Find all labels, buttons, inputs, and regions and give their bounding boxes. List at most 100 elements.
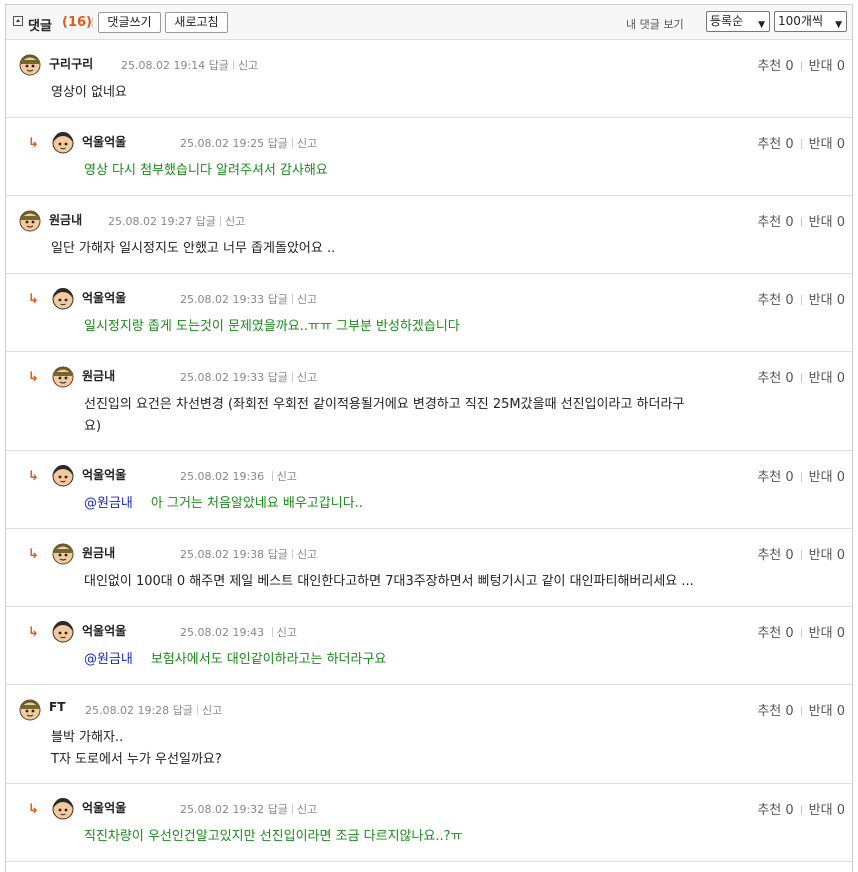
mention-link[interactable]: @원금내 [84, 652, 133, 667]
sort-select[interactable]: 등록순 ▼ [706, 11, 770, 32]
nickname[interactable]: 구리구리 [49, 55, 93, 72]
downvote-button[interactable]: 반대 0 [809, 626, 845, 641]
report-link[interactable]: 신고 [297, 803, 317, 816]
nickname[interactable]: 억울억울 [82, 289, 126, 306]
nickname[interactable]: FT [49, 700, 65, 714]
reply-link[interactable]: 답글 [209, 59, 229, 72]
collapse-icon[interactable] [13, 16, 23, 26]
upvote-button[interactable]: 추천 0 [757, 803, 793, 818]
upvote-button[interactable]: 추천 0 [757, 626, 793, 641]
upvote-label: 추천 [757, 548, 782, 563]
divider [800, 550, 802, 560]
upvote-count: 0 [785, 215, 794, 230]
vote-group: 추천 0 반대 0 [757, 544, 845, 563]
avatar [18, 208, 42, 232]
upvote-label: 추천 [757, 137, 782, 152]
chevron-down-icon: ▼ [758, 20, 765, 30]
comment-date: 25.08.02 19:14 [121, 59, 206, 72]
divider [800, 472, 802, 482]
downvote-button[interactable]: 반대 0 [809, 215, 845, 230]
nickname[interactable]: 억울억울 [82, 466, 126, 483]
comment-body-line2: T자 도로에서 누가 우선일까요? [51, 752, 222, 767]
report-link[interactable]: 신고 [297, 293, 317, 306]
reply-link[interactable]: 답글 [173, 704, 193, 717]
upvote-button[interactable]: 추천 0 [757, 59, 793, 74]
downvote-button[interactable]: 반대 0 [809, 704, 845, 719]
upvote-button[interactable]: 추천 0 [757, 548, 793, 563]
nickname[interactable]: 억울억울 [82, 622, 126, 639]
per-page-select[interactable]: 100개씩 ▼ [774, 11, 847, 32]
upvote-button[interactable]: 추천 0 [757, 137, 793, 152]
downvote-button[interactable]: 반대 0 [809, 803, 845, 818]
comment-header: 댓글 (16) 댓글쓰기 새로고침 내 댓글 보기 등록순 ▼ 100개씩 ▼ [6, 5, 852, 40]
comment-section: 댓글 (16) 댓글쓰기 새로고침 내 댓글 보기 등록순 ▼ 100개씩 ▼ 구리… [5, 4, 853, 872]
downvote-button[interactable]: 반대 0 [809, 293, 845, 308]
vote-group: 추천 0 반대 0 [757, 700, 845, 719]
write-comment-button[interactable]: 댓글쓰기 [98, 12, 161, 33]
nickname[interactable]: 원금내 [49, 211, 82, 228]
comment-body: 아 그거는 처음알았네요 배우고갑니다.. [150, 496, 363, 511]
upvote-button[interactable]: 추천 0 [757, 704, 793, 719]
avatar [18, 697, 42, 721]
mention-link[interactable]: @원금내 [84, 496, 133, 511]
vote-group: 추천 0 반대 0 [757, 622, 845, 641]
comment-body: 보험사에서도 대인같이하라고는 하더라구요 [150, 652, 387, 667]
downvote-button[interactable]: 반대 0 [809, 371, 845, 386]
downvote-button[interactable]: 반대 0 [809, 548, 845, 563]
comment-date: 25.08.02 19:43 [180, 626, 265, 639]
report-link[interactable]: 신고 [297, 371, 317, 384]
divider [92, 17, 93, 28]
divider [232, 60, 234, 70]
vote-group: 추천 0 반대 0 [757, 289, 845, 308]
upvote-count: 0 [785, 137, 794, 152]
reply-link[interactable]: 답글 [268, 137, 288, 150]
reply-comment: ↳ 원금내 25.08.02 19:33 답글 신고 추천 0 반대 0 선진입의 요건은 … [6, 352, 852, 451]
downvote-button[interactable]: 반대 0 [809, 59, 845, 74]
report-link[interactable]: 신고 [202, 704, 222, 717]
comment-count: (16) [62, 15, 92, 30]
divider [291, 294, 293, 304]
nickname[interactable]: 원금내 [82, 367, 115, 384]
nickname[interactable]: 억울억울 [82, 799, 126, 816]
report-link[interactable]: 신고 [277, 626, 297, 639]
nickname[interactable]: 억울억울 [82, 133, 126, 150]
nickname[interactable]: 원금내 [82, 544, 115, 561]
report-link[interactable]: 신고 [277, 470, 297, 483]
comment-date: 25.08.02 19:38 [180, 548, 265, 561]
comment-body: 선진입의 요건은 차선변경 (좌회전 우회전 같이적용될거에요 변경하고 직진 … [84, 397, 685, 412]
reply-link[interactable]: 답글 [196, 215, 216, 228]
downvote-label: 반대 [808, 137, 833, 152]
downvote-count: 0 [836, 548, 845, 563]
report-link[interactable]: 신고 [297, 548, 317, 561]
refresh-button[interactable]: 새로고침 [165, 12, 228, 33]
downvote-button[interactable]: 반대 0 [809, 470, 845, 485]
upvote-button[interactable]: 추천 0 [757, 371, 793, 386]
comment-body: 영상 다시 첨부했습니다 알려주셔서 감사해요 [84, 163, 328, 178]
comment-body: 대인없이 100대 0 해주면 제일 베스트 대인한다고하면 7대3주장하면서 … [84, 574, 694, 589]
report-link[interactable]: 신고 [238, 59, 258, 72]
comment-text: 직진차량이 우선인건알고있지만 선진입이라면 조금 다르지않나요..?ㅠ [84, 826, 796, 848]
comment-text: @원금내 아 그거는 처음알았네요 배우고갑니다.. [84, 493, 796, 515]
upvote-label: 추천 [757, 215, 782, 230]
report-link[interactable]: 신고 [225, 215, 245, 228]
comment-text: 대인없이 100대 0 해주면 제일 베스트 대인한다고하면 7대3주장하면서 … [84, 571, 796, 593]
comment-date: 25.08.02 19:25 [180, 137, 265, 150]
upvote-button[interactable]: 추천 0 [757, 470, 793, 485]
comment-date: 25.08.02 19:27 [108, 215, 193, 228]
my-comments-link[interactable]: 내 댓글 보기 [626, 16, 684, 32]
reply-link[interactable]: 답글 [268, 293, 288, 306]
downvote-count: 0 [836, 215, 845, 230]
downvote-count: 0 [836, 137, 845, 152]
reply-link[interactable]: 답글 [268, 548, 288, 561]
comment-meta: 25.08.02 19:25 답글 신고 [180, 135, 317, 151]
divider [800, 805, 802, 815]
reply-link[interactable]: 답글 [268, 803, 288, 816]
divider [271, 627, 273, 637]
upvote-button[interactable]: 추천 0 [757, 215, 793, 230]
downvote-button[interactable]: 반대 0 [809, 137, 845, 152]
upvote-count: 0 [785, 626, 794, 641]
upvote-button[interactable]: 추천 0 [757, 293, 793, 308]
reply-link[interactable]: 답글 [268, 371, 288, 384]
report-link[interactable]: 신고 [297, 137, 317, 150]
upvote-count: 0 [785, 59, 794, 74]
